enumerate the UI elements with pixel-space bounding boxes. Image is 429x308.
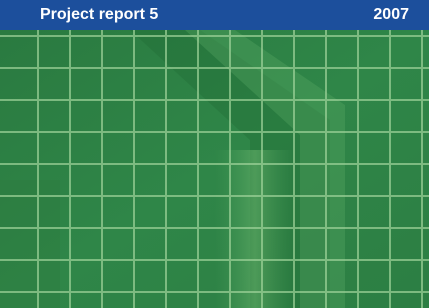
report-cover: Project report 5 2007 [0,0,429,308]
cover-artwork [0,30,429,308]
report-series-label: Project report 5 [40,6,159,23]
grid-pattern-image [0,30,429,308]
header-band: Project report 5 2007 [0,0,429,30]
report-year: 2007 [373,6,409,23]
